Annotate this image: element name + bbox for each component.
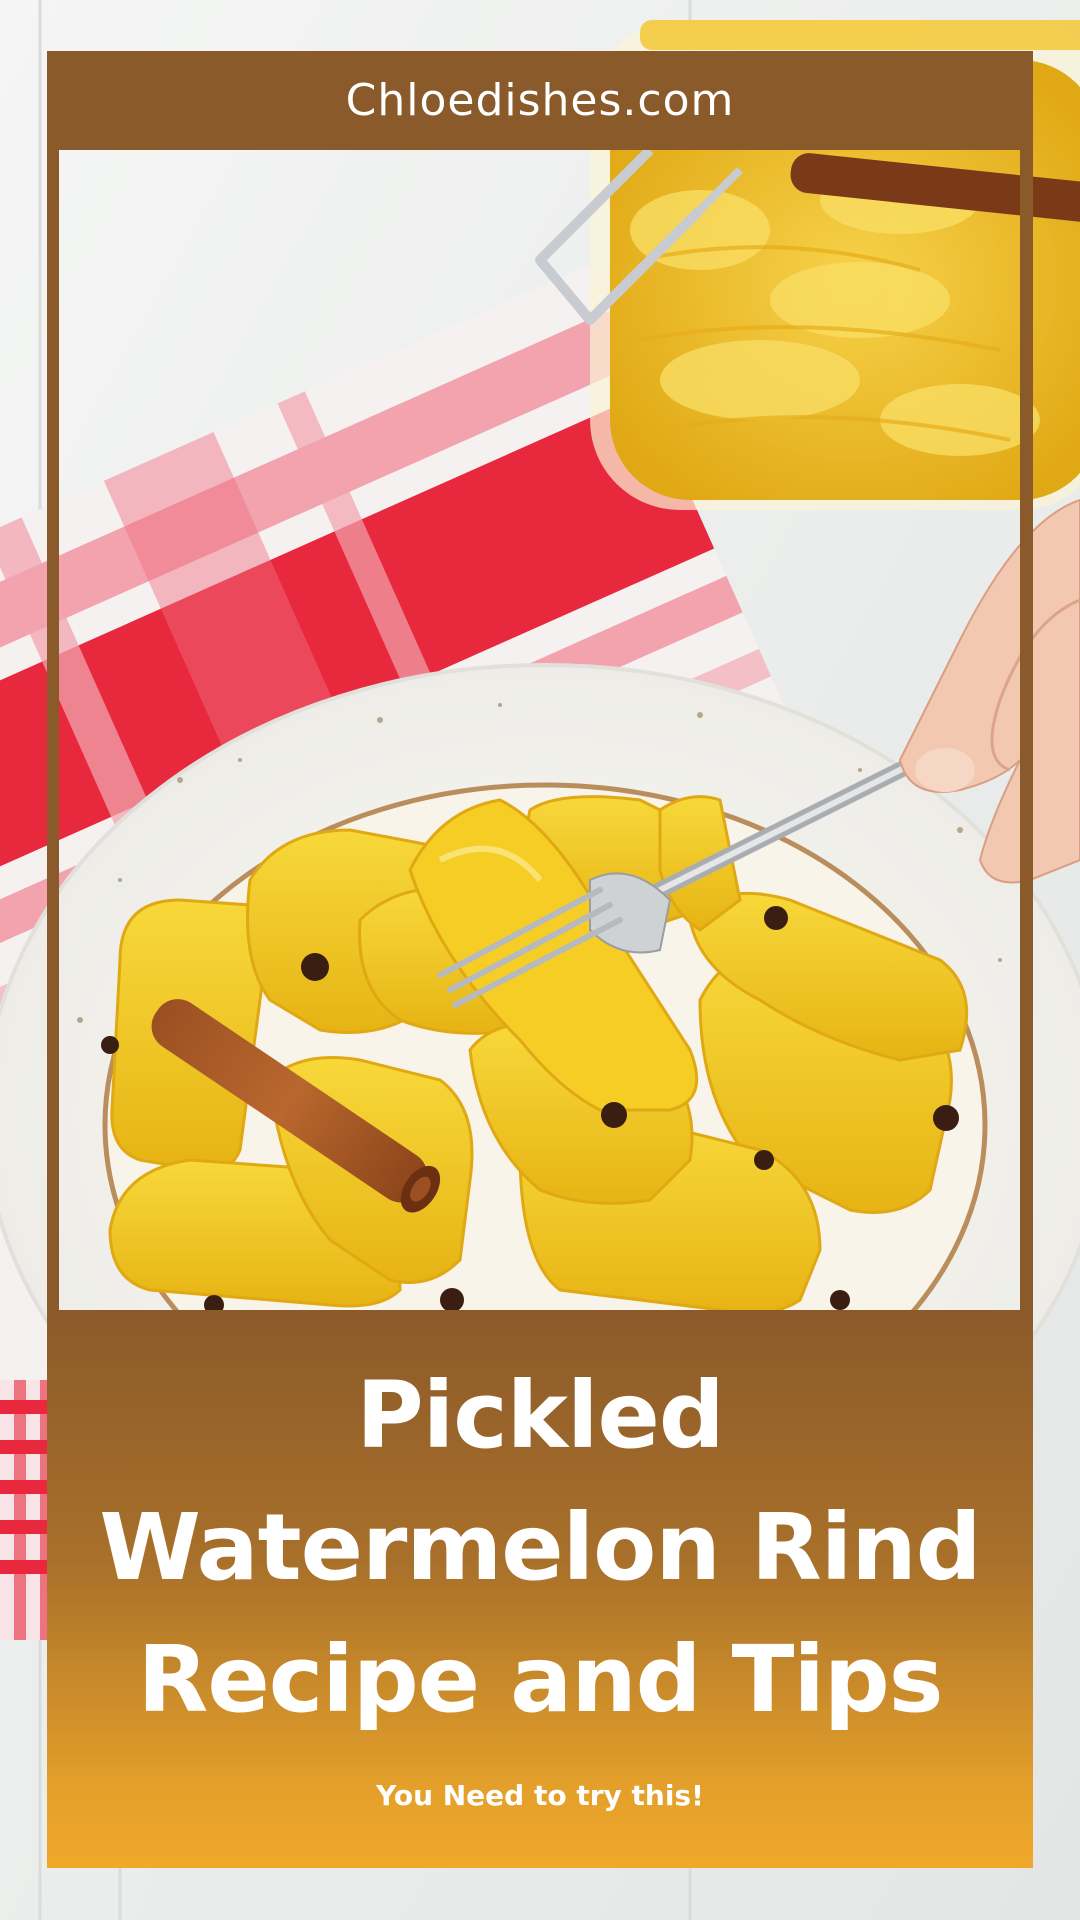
title-line-1: Pickled bbox=[356, 1362, 724, 1469]
site-name: Chloedishes.com bbox=[345, 74, 735, 126]
recipe-title: Pickled Watermelon Rind Recipe and Tips bbox=[47, 1350, 1033, 1746]
tagline: You Need to try this! bbox=[376, 1779, 704, 1812]
title-panel: Pickled Watermelon Rind Recipe and Tips … bbox=[47, 1310, 1033, 1868]
pin-graphic: Chloedishes.com Pickled Watermelon Rind … bbox=[0, 0, 1080, 1920]
title-line-3: Recipe and Tips bbox=[137, 1626, 944, 1733]
frame-left-border bbox=[47, 150, 59, 1310]
site-header-bar: Chloedishes.com bbox=[47, 51, 1033, 150]
frame-right-border bbox=[1020, 150, 1033, 1310]
title-line-2: Watermelon Rind bbox=[99, 1494, 981, 1601]
